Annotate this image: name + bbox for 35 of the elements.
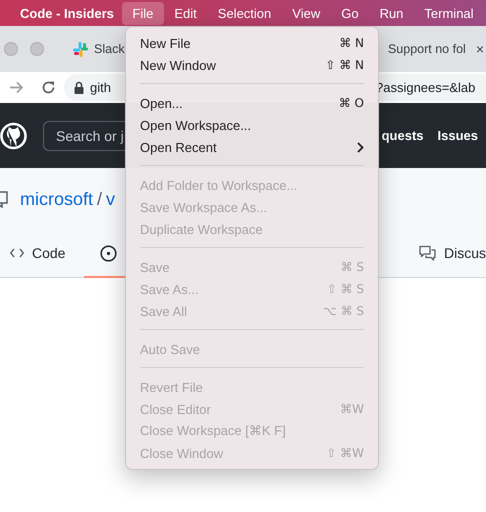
nav-link[interactable]: Issues: [438, 128, 478, 143]
menu-item[interactable]: New Window ⇧ ⌘ N: [126, 54, 378, 76]
menu-item[interactable]: New File ⌘ N: [126, 32, 378, 54]
menu-bar-item[interactable]: View: [282, 2, 331, 24]
menu-bar-item[interactable]: Selection: [207, 2, 282, 24]
menu-bar-item[interactable]: Run: [369, 2, 414, 24]
menu-bar-item[interactable]: File: [122, 2, 164, 24]
slack-icon: [73, 42, 88, 56]
repo-owner-link[interactable]: microsoft: [20, 188, 94, 210]
browser-tab-title[interactable]: Slack: [94, 42, 125, 56]
repo-name-link[interactable]: v: [106, 188, 116, 210]
menu-item[interactable]: Open Recent: [126, 136, 378, 158]
menu-bar-item[interactable]: Go: [330, 2, 370, 24]
lock-icon: [74, 81, 84, 94]
menu-item[interactable]: Open... ⌘ O: [126, 92, 378, 114]
browser-tab-title[interactable]: Support no fol: [388, 42, 466, 56]
chevron-right-icon: [357, 142, 364, 152]
reload-icon[interactable]: [41, 80, 56, 95]
nav-link[interactable]: quests: [382, 128, 424, 143]
repo-tab-label: Discus: [444, 245, 486, 261]
code-icon: [10, 247, 24, 259]
octocat-logo-icon[interactable]: [0, 120, 27, 152]
close-tab-button[interactable]: ×: [476, 41, 484, 57]
menu-bar-item[interactable]: Edit: [164, 2, 208, 24]
repo-tab[interactable]: Code: [0, 230, 84, 278]
repo-tab[interactable]: Discus: [408, 230, 486, 278]
path-separator: /: [97, 188, 102, 210]
issue-icon: [100, 244, 117, 262]
url-text: ?assignees=&lab: [376, 80, 476, 95]
url-text: gith: [90, 80, 111, 95]
repo-tab-label: Code: [32, 245, 66, 261]
discussion-icon: [418, 245, 436, 261]
app-name[interactable]: Code - Insiders: [20, 6, 114, 20]
menu-bar-item[interactable]: Terminal: [414, 2, 484, 24]
menu-item[interactable]: Open Workspace...: [126, 114, 378, 136]
